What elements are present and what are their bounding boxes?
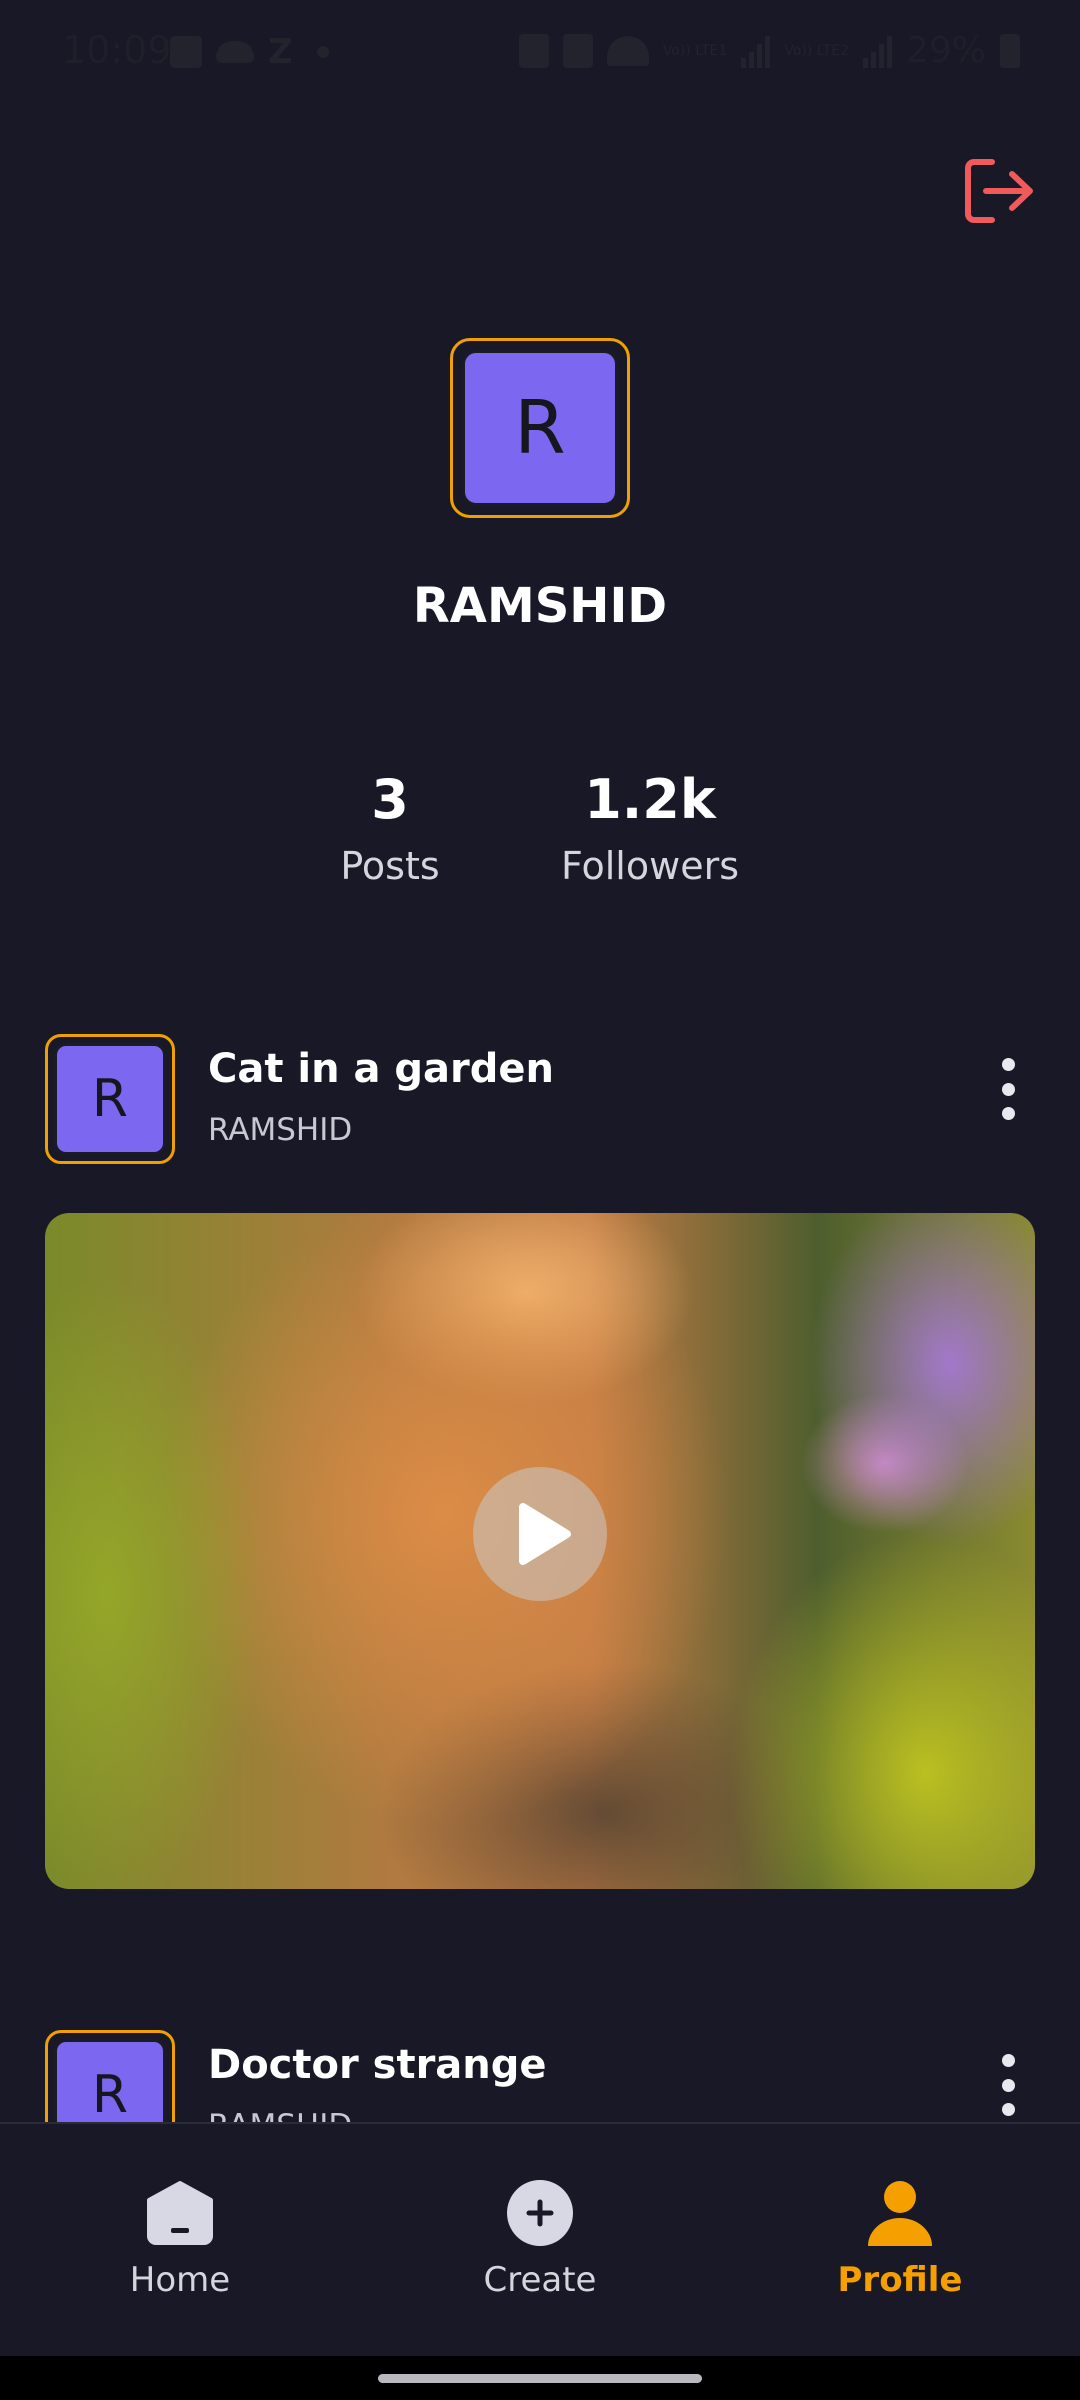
logout-icon bbox=[965, 159, 1033, 223]
post-video-thumbnail[interactable] bbox=[45, 1213, 1035, 1889]
play-button[interactable] bbox=[473, 1467, 607, 1601]
battery-percent: 29% bbox=[905, 30, 986, 71]
post-author-avatar-letter: R bbox=[54, 1043, 166, 1155]
dot-icon bbox=[316, 46, 329, 58]
profile-username: RAMSHID bbox=[412, 578, 668, 634]
home-icon bbox=[145, 2180, 215, 2246]
posts-stat: 3 Posts bbox=[330, 768, 450, 889]
more-dot-icon bbox=[1001, 1082, 1015, 1096]
battery-icon bbox=[1000, 33, 1020, 68]
system-icons: Vo)) LTE1 Vo)) LTE2 29% bbox=[518, 30, 1020, 71]
status-time: 10:09 bbox=[62, 28, 172, 72]
profile-avatar-letter: R bbox=[462, 350, 618, 506]
post-author-avatar[interactable]: R bbox=[45, 1034, 175, 1164]
signal-1-icon bbox=[741, 34, 771, 68]
notification-icons: Z bbox=[170, 32, 329, 72]
gallery-icon bbox=[170, 36, 202, 68]
sim1-label: Vo)) LTE1 bbox=[662, 42, 728, 59]
more-dot-icon bbox=[1001, 1058, 1015, 1071]
followers-stat[interactable]: 1.2k Followers bbox=[550, 768, 750, 889]
nav-home-label: Home bbox=[129, 2260, 231, 2300]
more-dot-icon bbox=[1001, 2103, 1015, 2116]
play-icon bbox=[519, 1503, 571, 1565]
bottom-navigation: Home Create Profile bbox=[0, 2122, 1080, 2356]
signal-2-icon bbox=[862, 34, 892, 68]
person-icon bbox=[865, 2180, 935, 2246]
cloud-icon bbox=[216, 41, 254, 63]
z-app-icon: Z bbox=[268, 32, 293, 72]
post-title[interactable]: Cat in a garden bbox=[208, 1046, 554, 1092]
home-gesture-bar[interactable] bbox=[378, 2374, 702, 2383]
posts-label: Posts bbox=[340, 844, 440, 888]
post-author[interactable]: RAMSHID bbox=[208, 1112, 352, 1148]
gesture-area bbox=[0, 2356, 1080, 2400]
posts-count: 3 bbox=[371, 768, 409, 831]
post-header: R Cat in a garden RAMSHID bbox=[0, 1034, 1080, 1164]
logout-button[interactable] bbox=[962, 156, 1038, 226]
nav-create[interactable]: Create bbox=[430, 2180, 650, 2300]
post-title[interactable]: Doctor strange bbox=[208, 2042, 547, 2088]
profile-avatar: R bbox=[450, 338, 630, 518]
post-more-menu-button[interactable] bbox=[990, 1054, 1026, 1124]
followers-count: 1.2k bbox=[584, 768, 716, 831]
more-dot-icon bbox=[1001, 2054, 1015, 2067]
wifi-icon bbox=[606, 35, 649, 66]
post-more-menu-button[interactable] bbox=[990, 2050, 1026, 2120]
add-circle-icon bbox=[505, 2180, 575, 2246]
mute-icon bbox=[562, 33, 593, 68]
sim2-label: Vo)) LTE2 bbox=[784, 42, 849, 59]
nav-home[interactable]: Home bbox=[70, 2180, 290, 2300]
nav-create-label: Create bbox=[483, 2260, 597, 2300]
battery-saver-icon bbox=[518, 33, 549, 68]
nav-profile-label: Profile bbox=[837, 2260, 963, 2300]
more-dot-icon bbox=[1001, 2078, 1015, 2092]
nav-profile[interactable]: Profile bbox=[790, 2180, 1010, 2300]
more-dot-icon bbox=[1001, 1107, 1015, 1120]
followers-label: Followers bbox=[561, 844, 739, 888]
status-bar: 10:09 Z Vo)) LTE1 Vo)) LTE2 29% bbox=[0, 0, 1080, 110]
